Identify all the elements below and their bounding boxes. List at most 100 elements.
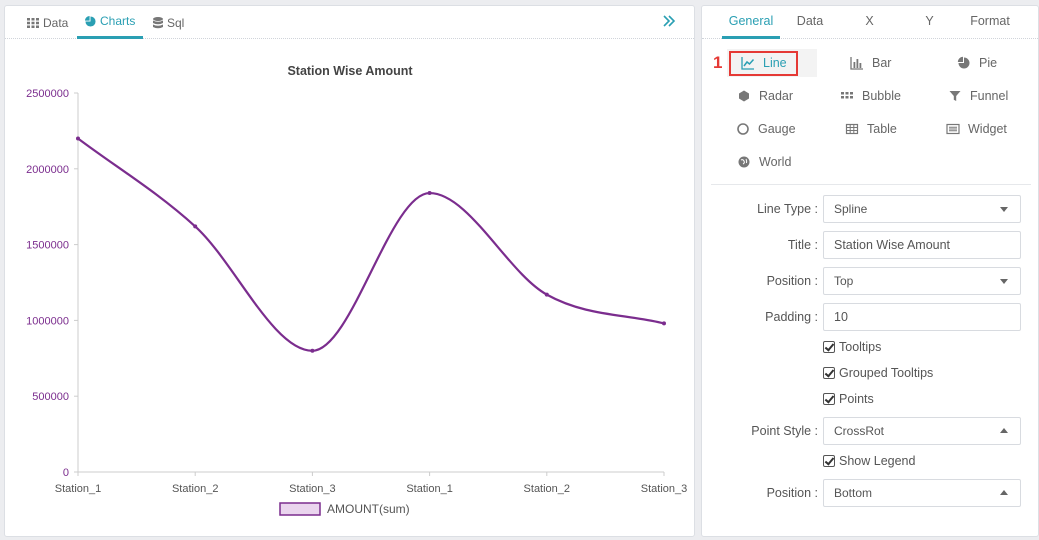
bubble-icon — [841, 92, 853, 99]
tab-x[interactable]: X — [857, 6, 882, 39]
title-position-value: Top — [834, 274, 854, 288]
x-tick-label: Station_1 — [55, 483, 101, 495]
chart-type-label: Radar — [759, 89, 794, 103]
data-point — [544, 292, 549, 297]
legend-position-value: Bottom — [834, 486, 873, 500]
step-marker: 1 — [713, 53, 723, 72]
chart-preview-panel: Data Charts Sql Station Wise Amount 0 500… — [4, 5, 695, 537]
chart-type-funnel[interactable]: Funnel — [948, 82, 1008, 110]
tab-sql-label: Sql — [167, 15, 185, 30]
x-tick-label: Station_3 — [289, 483, 335, 495]
chart-title: Station Wise Amount — [287, 64, 413, 78]
checkbox-checked-icon — [823, 455, 835, 467]
point-style-value: CrossRot — [834, 424, 885, 438]
funnel-icon — [949, 91, 961, 101]
tab-general[interactable]: General — [722, 6, 780, 39]
padding-input[interactable]: 10 — [823, 303, 1021, 331]
legend-label: AMOUNT(sum) — [327, 502, 410, 516]
legend[interactable]: AMOUNT(sum) — [279, 502, 410, 516]
y-axis: 0 500000 1000000 1500000 2000000 2500000 — [26, 88, 79, 479]
chart-type-label: Widget — [968, 122, 1007, 136]
y-tick-label: 0 — [63, 467, 69, 479]
chart-type-widget[interactable]: Widget — [946, 115, 1007, 143]
chart-type-label: Pie — [979, 56, 998, 70]
chart-type-world[interactable]: World — [737, 148, 791, 176]
y-tick-label: 1500000 — [26, 240, 69, 252]
tab-charts[interactable]: Charts — [77, 6, 143, 39]
point-style-select[interactable]: CrossRot — [823, 417, 1021, 445]
pie-chart-icon — [85, 15, 96, 27]
pie-chart-icon — [957, 56, 970, 69]
y-tick-label: 1000000 — [26, 315, 69, 327]
chevron-down-icon — [1000, 207, 1008, 212]
tab-charts-label: Charts — [100, 14, 136, 28]
grid-icon — [27, 17, 39, 28]
chart-type-label: Funnel — [970, 89, 1009, 103]
chart-type-bubble[interactable]: Bubble — [840, 82, 901, 110]
tooltips-label: Tooltips — [839, 340, 882, 354]
selection-highlight — [729, 51, 798, 76]
bar-chart-icon — [850, 57, 863, 70]
show-legend-checkbox[interactable]: Show Legend — [823, 454, 915, 468]
chevron-up-icon — [1000, 490, 1008, 495]
data-point — [310, 348, 315, 353]
tab-data[interactable]: Data — [27, 6, 68, 39]
points-label: Points — [839, 392, 874, 406]
collapse-chevron-icon[interactable] — [662, 14, 676, 28]
data-point — [193, 224, 198, 229]
data-point — [76, 136, 80, 141]
line-type-select[interactable]: Spline — [823, 195, 1021, 223]
title-position-label: Position : — [766, 274, 818, 288]
line-chart: Station Wise Amount 0 500000 1000000 150000… — [26, 64, 687, 516]
y-tick-label: 2500000 — [26, 88, 69, 100]
chart-type-label: World — [759, 155, 792, 169]
padding-label: Padding : — [765, 310, 818, 324]
chart-type-pie[interactable]: Pie — [957, 49, 997, 77]
globe-icon — [738, 156, 750, 168]
chart-settings-panel: General Data X Y Format 1 Line Bar Pie R… — [701, 5, 1039, 537]
title-label: Title : — [787, 238, 818, 252]
chart-type-label: Bar — [872, 56, 892, 70]
database-icon — [153, 16, 163, 28]
tab-data-label: Data — [43, 15, 69, 30]
gauge-icon — [737, 123, 749, 135]
series-layer — [76, 136, 666, 353]
chart-type-radar[interactable]: Radar — [737, 82, 793, 110]
chart-type-bar[interactable]: Bar — [850, 49, 891, 77]
data-point — [427, 191, 432, 196]
tab-format[interactable]: Format — [965, 6, 1015, 39]
x-tick-label: Station_2 — [172, 483, 218, 495]
grouped-tooltips-checkbox[interactable]: Grouped Tooltips — [823, 366, 933, 380]
tab-sql[interactable]: Sql — [153, 6, 184, 39]
data-point — [662, 321, 666, 326]
radar-icon — [739, 90, 749, 102]
grouped-tooltips-label: Grouped Tooltips — [839, 366, 934, 380]
chart-type-label: Gauge — [758, 122, 796, 136]
x-tick-label: Station_2 — [524, 483, 570, 495]
chevron-down-icon — [1000, 279, 1008, 284]
x-tick-label: Station_3 — [641, 483, 687, 495]
legend-position-select[interactable]: Bottom — [823, 479, 1021, 507]
checkbox-checked-icon — [823, 393, 835, 405]
show-legend-label: Show Legend — [839, 454, 916, 468]
title-position-select[interactable]: Top — [823, 267, 1021, 295]
chart-area: Station Wise Amount 0 500000 1000000 150000… — [5, 40, 694, 536]
table-icon — [845, 123, 859, 135]
title-input[interactable]: Station Wise Amount — [823, 231, 1021, 259]
divider — [711, 184, 1031, 185]
tab-y[interactable]: Y — [917, 6, 942, 39]
legend-swatch — [279, 502, 321, 516]
chart-type-table[interactable]: Table — [845, 115, 897, 143]
series-line — [77, 137, 665, 352]
x-tick-label: Station_1 — [406, 483, 452, 495]
legend-position-label: Position : — [766, 486, 818, 500]
chart-type-label: Bubble — [862, 89, 901, 103]
tab-data-settings[interactable]: Data — [790, 6, 830, 39]
tooltips-checkbox[interactable]: Tooltips — [823, 340, 881, 354]
padding-input-value: 10 — [834, 310, 848, 324]
line-type-value: Spline — [834, 202, 868, 216]
line-type-label: Line Type : — [757, 202, 818, 216]
points-checkbox[interactable]: Points — [823, 392, 874, 406]
preview-tab-bar: Data Charts Sql — [5, 6, 694, 39]
chart-type-gauge[interactable]: Gauge — [736, 115, 796, 143]
